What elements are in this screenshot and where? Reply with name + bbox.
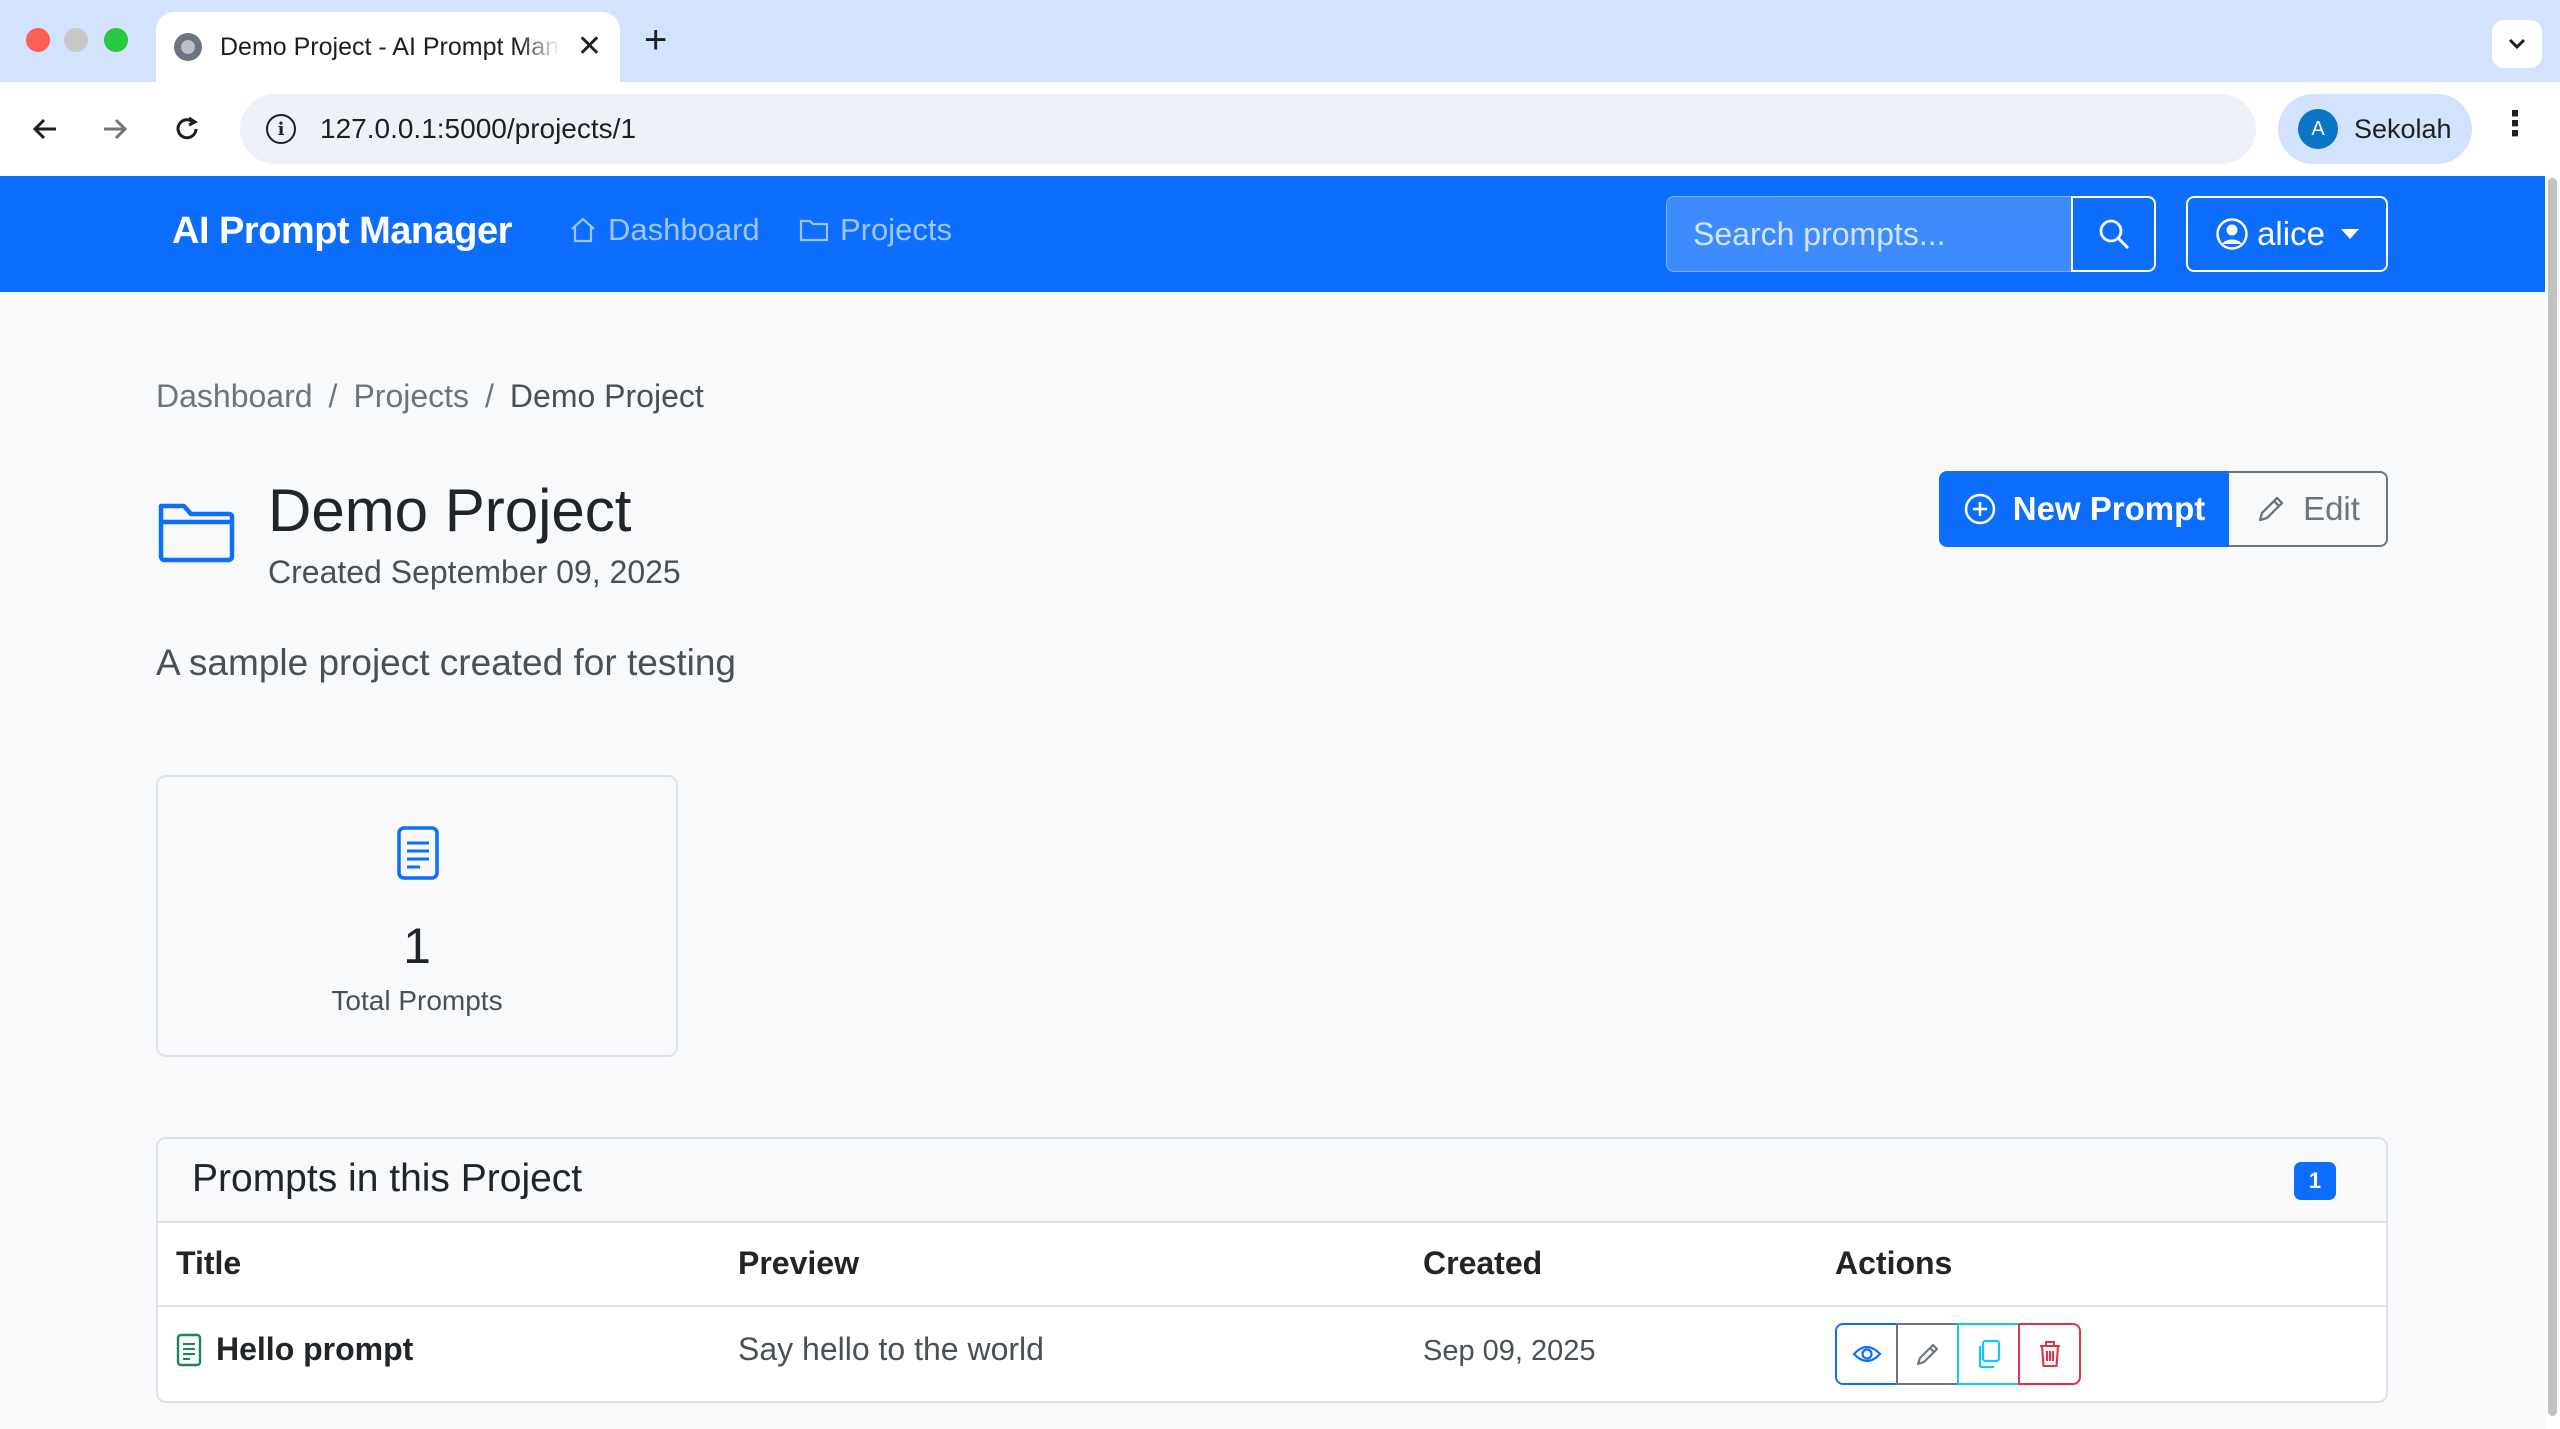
app-navbar: AI Prompt Manager Dashboard Projects ali… [0, 176, 2545, 292]
edit-prompt-button[interactable] [1896, 1323, 1959, 1385]
column-header-created: Created [1423, 1245, 1543, 1281]
browser-tabstrip: Demo Project - AI Prompt Manager ✕ + [0, 0, 2560, 82]
edit-label: Edit [2303, 490, 2360, 527]
nav-link-projects-label: Projects [840, 212, 952, 247]
reload-icon [176, 116, 198, 140]
delete-prompt-button[interactable] [2018, 1323, 2081, 1385]
row-actions [1835, 1323, 2081, 1385]
tab-title: Demo Project - AI Prompt Manager [220, 32, 560, 61]
new-prompt-button[interactable]: New Prompt [1939, 471, 2229, 547]
project-folder-icon [156, 496, 236, 571]
copy-icon [1978, 1339, 2000, 1369]
prompt-created-date: Sep 09, 2025 [1423, 1335, 1596, 1367]
total-prompts-count: 1 [403, 918, 431, 974]
arrow-left-icon [32, 118, 56, 140]
page-scrollbar[interactable] [2545, 176, 2560, 1429]
close-tab-icon[interactable]: ✕ [577, 32, 602, 62]
caret-down-icon [2340, 229, 2359, 239]
new-prompt-label: New Prompt [2012, 490, 2206, 527]
column-header-preview: Preview [738, 1245, 859, 1281]
prompt-title: Hello prompt [216, 1331, 414, 1367]
nav-link-dashboard[interactable]: Dashboard [568, 212, 760, 248]
site-info-icon[interactable]: i [266, 114, 296, 144]
new-tab-button[interactable]: + [644, 16, 667, 64]
prompt-title-link[interactable]: Hello prompt [176, 1331, 413, 1368]
document-icon [396, 825, 440, 886]
column-header-title: Title [176, 1245, 242, 1281]
page-title: Demo Project [268, 477, 632, 544]
nav-link-projects[interactable]: Projects [798, 212, 952, 248]
folder-icon [799, 219, 829, 242]
project-description: A sample project created for testing [156, 642, 736, 683]
nav-link-dashboard-label: Dashboard [608, 212, 760, 247]
copy-prompt-button[interactable] [1957, 1323, 2020, 1385]
reload-button[interactable] [162, 104, 212, 154]
breadcrumb-dashboard[interactable]: Dashboard [156, 378, 313, 415]
url-text[interactable]: 127.0.0.1:5000/projects/1 [320, 113, 636, 145]
breadcrumb: Dashboard / Projects / Demo Project [156, 378, 704, 415]
house-icon [571, 217, 595, 243]
prompts-card-header: Prompts in this Project 1 [158, 1139, 2386, 1223]
breadcrumb-separator: / [485, 378, 494, 414]
maximize-window-button[interactable] [104, 28, 128, 52]
user-menu-button[interactable]: alice [2186, 196, 2388, 272]
search-button[interactable] [2071, 196, 2156, 272]
project-actions: New Prompt Edit [1939, 471, 2388, 547]
total-prompts-card: 1 Total Prompts [156, 775, 678, 1057]
chevron-down-icon [2508, 38, 2526, 50]
breadcrumb-separator: / [328, 378, 338, 414]
back-button[interactable] [20, 104, 70, 154]
breadcrumb-projects[interactable]: Projects [353, 378, 469, 415]
avatar: A [2298, 109, 2338, 149]
profile-button[interactable]: A Sekolah [2278, 94, 2472, 164]
prompts-card: Prompts in this Project 1 Title Preview … [156, 1137, 2388, 1403]
project-created-date: Created September 09, 2025 [268, 554, 681, 590]
column-header-actions: Actions [1835, 1245, 1953, 1281]
document-text-icon [176, 1333, 202, 1366]
arrow-right-icon [104, 118, 128, 140]
globe-icon [174, 33, 202, 61]
plus-circle-icon [1964, 493, 1995, 525]
address-bar[interactable]: i 127.0.0.1:5000/projects/1 G文 [240, 94, 2466, 164]
user-circle-icon [2216, 218, 2248, 250]
prompts-count-badge: 1 [2294, 1162, 2336, 1200]
prompts-card-title: Prompts in this Project [192, 1157, 583, 1200]
edit-project-button[interactable]: Edit [2229, 471, 2388, 547]
table-header: Title Preview Created Actions [158, 1223, 2386, 1307]
breadcrumb-current: Demo Project [509, 378, 704, 414]
search-input[interactable] [1666, 196, 2071, 272]
forward-button[interactable] [90, 104, 140, 154]
search-form [1666, 196, 2156, 272]
trash-icon [2039, 1340, 2060, 1368]
pencil-icon [2258, 496, 2284, 522]
profile-name: Sekolah [2354, 113, 2452, 144]
pencil-icon [1916, 1343, 1938, 1366]
scrollbar-thumb[interactable] [2548, 178, 2557, 1416]
browser-menu-icon[interactable]: ⋮ [2498, 104, 2532, 144]
eye-icon [1851, 1345, 1882, 1363]
brand-link[interactable]: AI Prompt Manager [172, 210, 512, 253]
close-window-button[interactable] [26, 28, 50, 52]
search-icon [2099, 219, 2129, 249]
browser-toolbar: i 127.0.0.1:5000/projects/1 G文 A Sekolah… [0, 82, 2560, 176]
tab-search-button[interactable] [2492, 20, 2542, 68]
table-row: Hello prompt Say hello to the world Sep … [158, 1307, 2386, 1401]
total-prompts-label: Total Prompts [331, 985, 503, 1016]
prompt-preview: Say hello to the world [738, 1331, 1044, 1367]
browser-tab[interactable]: Demo Project - AI Prompt Manager ✕ [156, 12, 620, 82]
view-prompt-button[interactable] [1835, 1323, 1898, 1385]
minimize-window-button[interactable] [64, 28, 88, 52]
user-name: alice [2257, 215, 2325, 252]
